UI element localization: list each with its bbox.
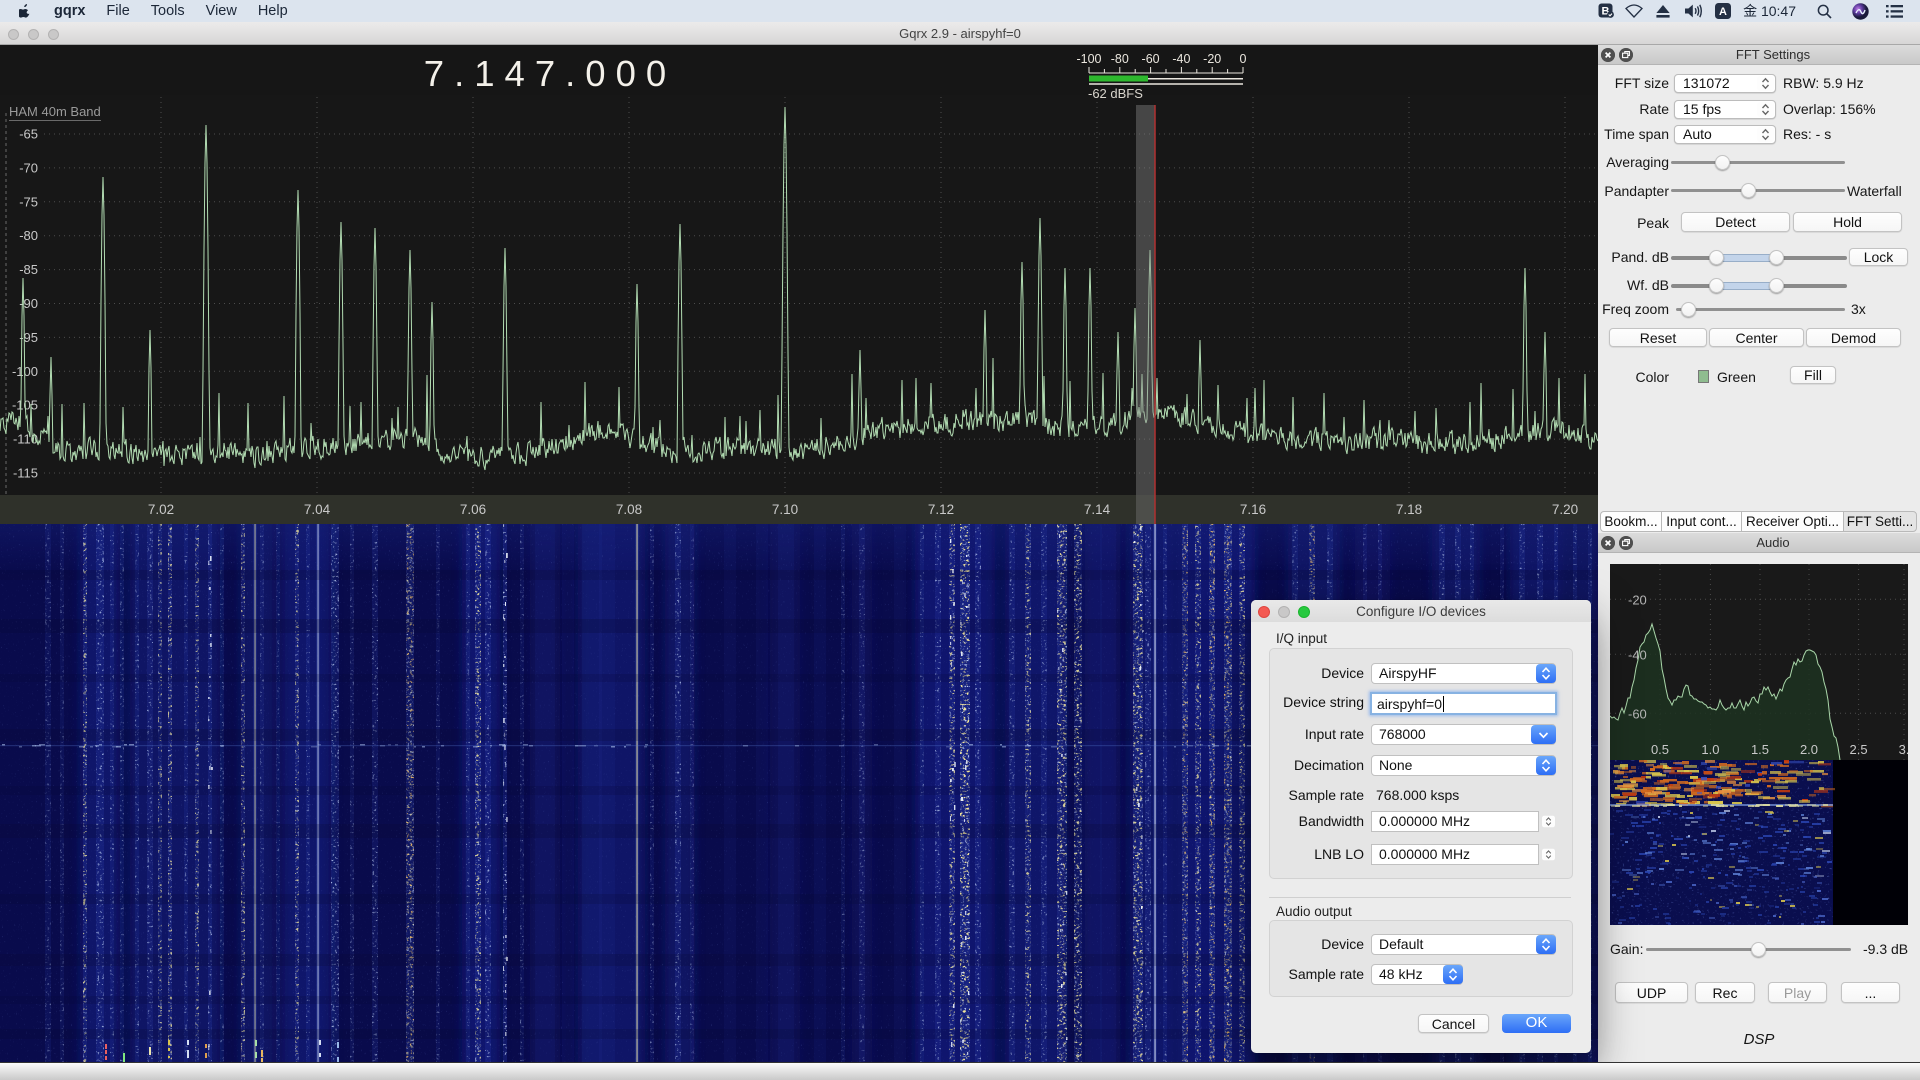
svg-text:7.18: 7.18	[1396, 502, 1422, 517]
svg-text:-60: -60	[1142, 52, 1160, 66]
svg-text:7.16: 7.16	[1240, 502, 1266, 517]
svg-text:-100: -100	[1076, 52, 1101, 66]
svg-text:1.0: 1.0	[1701, 742, 1719, 757]
svg-text:2.5: 2.5	[1850, 742, 1868, 757]
svg-text:-115: -115	[13, 466, 38, 481]
svg-text:7.14: 7.14	[1084, 502, 1111, 517]
svg-text:7.08: 7.08	[616, 502, 642, 517]
svg-text:-40: -40	[1172, 52, 1190, 66]
svg-text:7.20: 7.20	[1552, 502, 1578, 517]
svg-text:-75: -75	[19, 194, 38, 209]
svg-text:7.06: 7.06	[460, 502, 486, 517]
svg-text:A: A	[1719, 6, 1727, 18]
svg-text:-80: -80	[1111, 52, 1129, 66]
svg-text:-70: -70	[19, 160, 38, 175]
svg-text:-20: -20	[1628, 592, 1647, 607]
svg-text:7.10: 7.10	[772, 502, 798, 517]
svg-text:0: 0	[1240, 52, 1247, 66]
svg-text:-62 dBFS: -62 dBFS	[1088, 86, 1143, 101]
svg-text:2.0: 2.0	[1800, 742, 1818, 757]
svg-text:3.: 3.	[1899, 742, 1908, 757]
svg-text:0.5: 0.5	[1651, 742, 1669, 757]
svg-text:-80: -80	[19, 228, 38, 243]
svg-text:-60: -60	[1628, 706, 1647, 721]
svg-text:-85: -85	[19, 262, 38, 277]
svg-text:-65: -65	[19, 127, 38, 142]
svg-text:7.02: 7.02	[148, 502, 174, 517]
svg-text:1.5: 1.5	[1751, 742, 1769, 757]
svg-text:-20: -20	[1203, 52, 1221, 66]
svg-text:7.12: 7.12	[928, 502, 954, 517]
svg-text:7.04: 7.04	[304, 502, 331, 517]
svg-text:-40: -40	[1628, 647, 1647, 662]
